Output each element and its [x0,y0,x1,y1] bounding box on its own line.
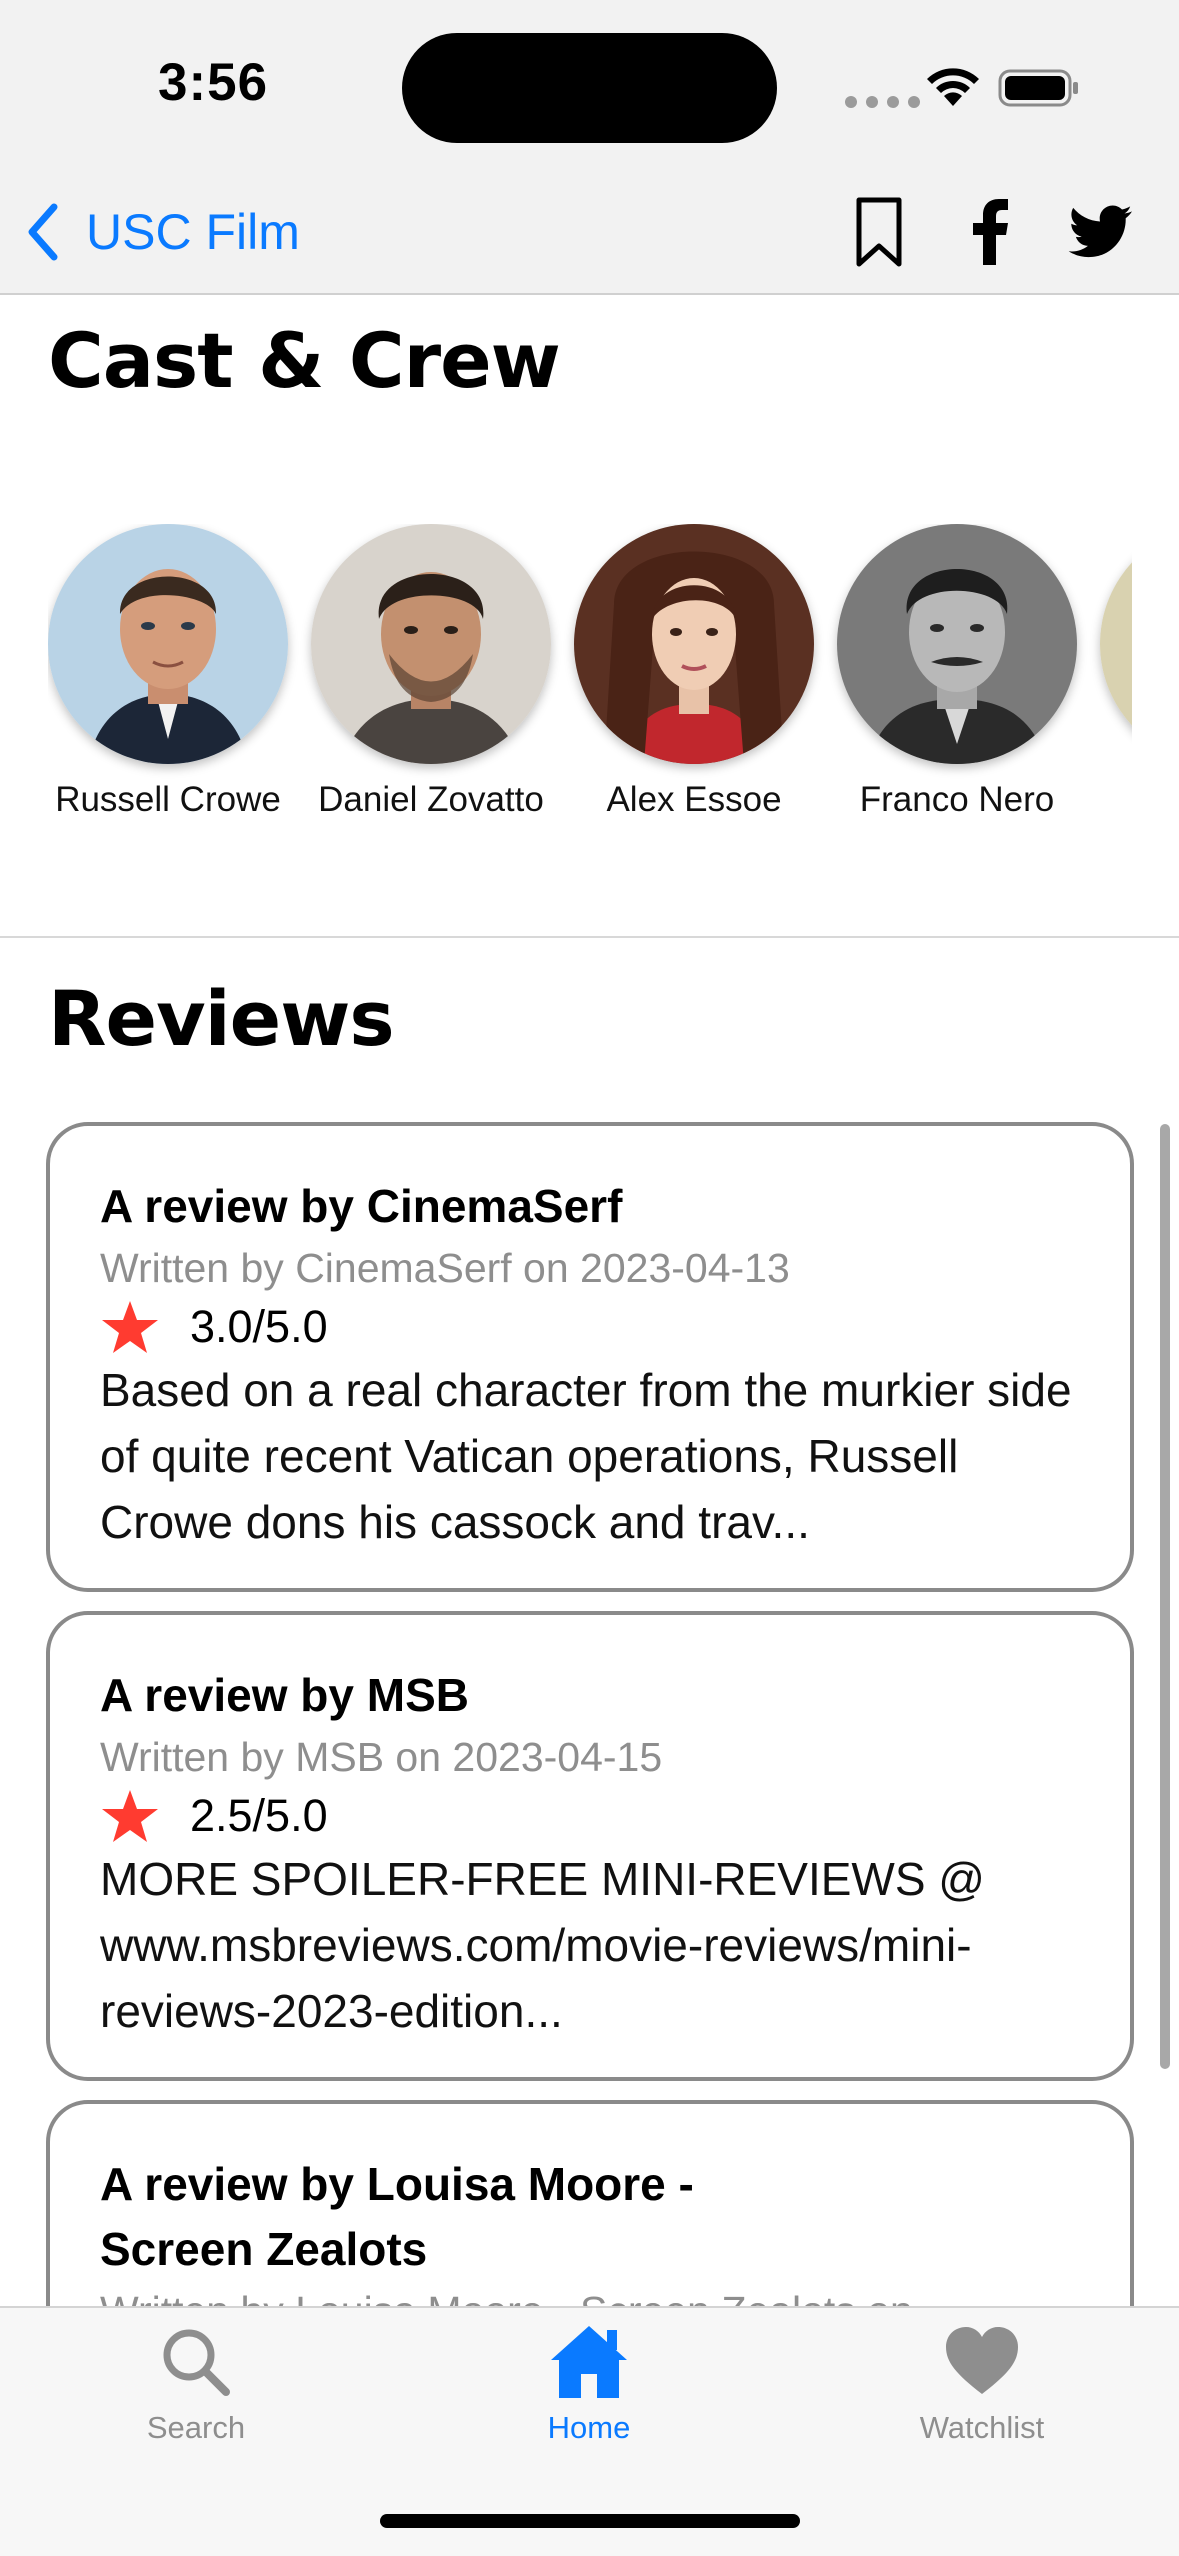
review-rating-value: 3.0/5.0 [190,1301,328,1352]
cast-member[interactable]: Franco Nero [837,524,1077,824]
back-button[interactable]: USC Film [24,192,300,272]
chevron-left-icon [28,203,58,261]
review-rating: 3.0/5.0 [100,1297,1080,1357]
review-meta: Written by MSB on 2023-04-15 [100,1734,663,1780]
cellular-signal-icon [845,96,920,108]
tab-label: Watchlist [919,2410,1045,2445]
star-icon [102,1301,158,1353]
twitter-icon [1068,205,1132,258]
cast-member[interactable]: Russell Crowe [48,524,288,824]
dynamic-island [402,33,777,143]
review-title: A review by CinemaSerf [100,1180,623,1232]
cast-member-name: Franco Nero [859,780,1055,819]
review-title: A review by MSB [100,1669,469,1721]
review-body: Based on a real character from the murki… [100,1364,1072,1548]
scroll-indicator[interactable] [1160,1124,1170,2069]
cast-member-name: Alex Essoe [606,780,782,819]
cast-member[interactable] [1100,524,1132,764]
review-card[interactable]: A review by CinemaSerf Written by Cinema… [46,1122,1134,1592]
review-meta: Written by Louisa Moore - Screen Zealots… [100,2282,913,2306]
cast-carousel[interactable]: Russell Crowe Daniel Zovatto Alex Essoe … [48,524,1132,924]
cast-member-name: Daniel Zovatto [318,780,544,819]
movie-detail-content[interactable]: Cast & Crew Russell Crowe Daniel Zovatto… [0,296,1179,2306]
cast-photo [311,524,551,764]
review-card[interactable]: A review by Louisa Moore - Screen Zealot… [46,2100,1134,2306]
cast-member-name: Russell Crowe [55,780,281,819]
tab-watchlist[interactable]: Watchlist [862,2322,1102,2472]
facebook-icon [973,199,1008,265]
bookmark-button[interactable] [850,188,908,276]
heart-icon [946,2327,1018,2394]
cast-photo [48,524,288,764]
facebook-share-button[interactable] [966,188,1016,276]
wifi-icon [927,68,979,106]
section-divider [0,936,1179,938]
cast-member[interactable]: Alex Essoe [574,524,814,824]
navigation-bar: USC Film [0,170,1179,295]
reviews-section-title: Reviews [48,974,395,1063]
battery-icon [998,69,1078,107]
review-title: A review by Louisa Moore - Screen Zealot… [100,2158,694,2275]
search-icon [163,2329,230,2396]
review-body: MORE SPOILER-FREE MINI-REVIEWS @ www.msb… [100,1853,986,2037]
review-rating-value: 2.5/5.0 [190,1790,328,1841]
bookmark-icon [856,197,902,267]
tab-home[interactable]: Home [469,2322,709,2472]
star-icon [102,1790,158,1842]
cast-section-title: Cast & Crew [48,316,561,405]
review-rating: 2.5/5.0 [100,1786,1080,1846]
home-icon [551,2326,627,2398]
review-card[interactable]: A review by MSB Written by MSB on 2023-0… [46,1611,1134,2081]
status-time: 3:56 [158,53,269,112]
tab-search[interactable]: Search [76,2322,316,2472]
status-bar: 3:56 [0,0,1179,170]
cast-photo [1100,524,1132,764]
cast-photo [574,524,814,764]
tab-label: Home [547,2410,631,2445]
back-button-label: USC Film [86,204,300,260]
home-indicator [380,2514,800,2528]
cast-photo [837,524,1077,764]
cast-member[interactable]: Daniel Zovatto [311,524,551,824]
review-meta: Written by CinemaSerf on 2023-04-13 [100,1245,790,1291]
twitter-share-button[interactable] [1066,188,1134,276]
tab-label: Search [146,2410,246,2445]
